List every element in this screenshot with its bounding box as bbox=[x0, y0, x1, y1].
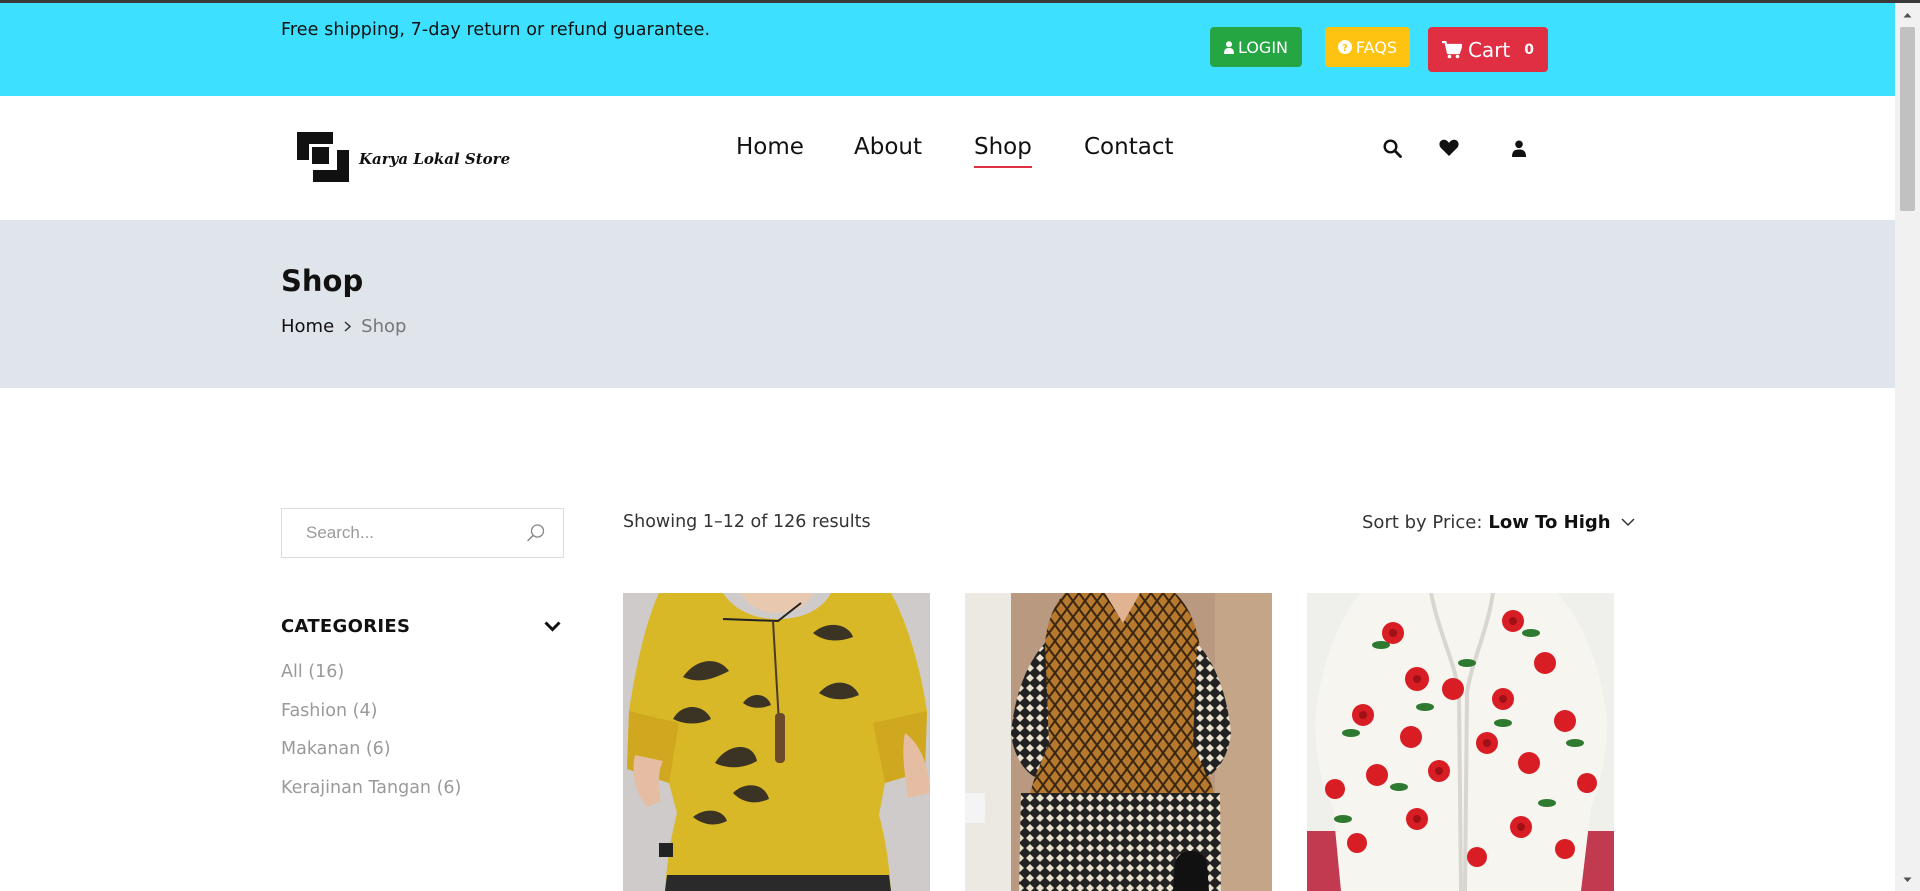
product-card-image[interactable] bbox=[1307, 593, 1614, 891]
results-summary: Showing 1–12 of 126 results bbox=[623, 512, 871, 532]
store-logo[interactable]: Karya Lokal Store bbox=[295, 130, 510, 188]
login-button[interactable]: LOGIN bbox=[1210, 27, 1302, 67]
category-list: All (16) Fashion (4) Makanan (6) Kerajin… bbox=[281, 662, 461, 816]
site-header: Karya Lokal Store Home About Shop Contac… bbox=[0, 96, 1895, 220]
svg-text:?: ? bbox=[1342, 43, 1348, 54]
page-scrollbar[interactable] bbox=[1895, 3, 1920, 891]
cart-icon bbox=[1441, 40, 1462, 59]
chevron-right-icon bbox=[344, 321, 352, 332]
scroll-down-arrow-icon[interactable] bbox=[1895, 871, 1920, 888]
question-circle-icon: ? bbox=[1337, 40, 1352, 54]
login-label: LOGIN bbox=[1237, 37, 1289, 57]
product-card-image[interactable] bbox=[965, 593, 1272, 891]
nav-contact[interactable]: Contact bbox=[1084, 134, 1173, 160]
scroll-up-arrow-icon[interactable] bbox=[1895, 6, 1920, 23]
categories-header[interactable]: CATEGORIES bbox=[281, 616, 564, 637]
user-icon bbox=[1223, 40, 1234, 54]
sort-label: Sort by Price: bbox=[1362, 512, 1483, 533]
search-icon[interactable] bbox=[525, 522, 547, 544]
logo-mark-icon bbox=[295, 130, 351, 188]
scrollbar-thumb[interactable] bbox=[1900, 27, 1915, 211]
faqs-button[interactable]: ? FAQS bbox=[1325, 27, 1410, 67]
product-card-image[interactable] bbox=[623, 593, 930, 891]
white-knit-cardigan-with-red-roses-image bbox=[1307, 593, 1614, 891]
announcement-bar: Free shipping, 7-day return or refund gu… bbox=[0, 3, 1895, 96]
nav-about[interactable]: About bbox=[854, 134, 922, 160]
category-item[interactable]: All (16) bbox=[281, 662, 461, 701]
search-input[interactable] bbox=[283, 510, 513, 556]
sort-dropdown[interactable]: Sort by Price: Low To High bbox=[1362, 512, 1635, 533]
sort-value: Low To High bbox=[1488, 512, 1611, 533]
breadcrumb: Home Shop bbox=[281, 316, 406, 337]
faqs-label: FAQS bbox=[1355, 37, 1398, 57]
user-icon[interactable] bbox=[1507, 136, 1531, 160]
categories-title: CATEGORIES bbox=[281, 616, 411, 637]
cart-label: Cart bbox=[1467, 37, 1511, 62]
announcement-text: Free shipping, 7-day return or refund gu… bbox=[281, 20, 711, 40]
sidebar-search bbox=[281, 508, 564, 558]
cart-button[interactable]: Cart 0 bbox=[1428, 27, 1548, 72]
breadcrumb-home[interactable]: Home bbox=[281, 316, 334, 337]
category-item[interactable]: Fashion (4) bbox=[281, 701, 461, 740]
logo-text: Karya Lokal Store bbox=[359, 150, 511, 168]
breadcrumb-current: Shop bbox=[361, 316, 407, 337]
chevron-down-icon[interactable] bbox=[544, 621, 561, 632]
cart-count-badge: 0 bbox=[1524, 41, 1535, 58]
nav-home[interactable]: Home bbox=[736, 134, 804, 160]
page-header-band: Shop Home Shop bbox=[0, 220, 1895, 388]
category-item[interactable]: Kerajinan Tangan (6) bbox=[281, 778, 461, 817]
yellow-leaf-print-blouse-image bbox=[623, 593, 930, 891]
category-item[interactable]: Makanan (6) bbox=[281, 739, 461, 778]
search-icon[interactable] bbox=[1380, 136, 1404, 160]
chevron-down-icon bbox=[1621, 518, 1635, 527]
page-title: Shop bbox=[281, 264, 364, 298]
nav-shop[interactable]: Shop bbox=[974, 134, 1032, 168]
brown-geometric-pattern-dress-image bbox=[965, 593, 1272, 891]
heart-icon[interactable] bbox=[1437, 136, 1461, 160]
